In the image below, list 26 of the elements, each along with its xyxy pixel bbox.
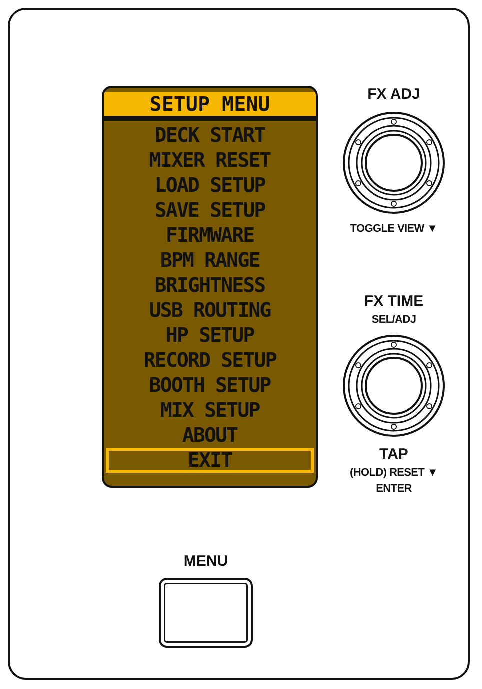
knob-drawing[interactable] <box>342 111 446 215</box>
knob-caption: (HOLD) RESET ▼ <box>350 467 438 479</box>
menu-item[interactable]: HP SETUP <box>106 323 314 348</box>
menu-item[interactable]: RECORD SETUP <box>106 348 314 373</box>
menu-item[interactable]: BRIGHTNESS <box>106 273 314 298</box>
knob-caption: ENTER <box>376 483 412 495</box>
menu-item[interactable]: BPM RANGE <box>106 248 314 273</box>
knob-drawing[interactable] <box>342 334 446 438</box>
menu-item[interactable]: FIRMWARE <box>106 223 314 248</box>
knob-label: FX ADJ <box>368 86 420 103</box>
menu-item[interactable]: ABOUT <box>106 423 314 448</box>
menu-item[interactable]: LOAD SETUP <box>106 173 314 198</box>
menu-item[interactable]: DECK START <box>106 123 314 148</box>
screen-title: SETUP MENU <box>104 92 316 121</box>
menu-item[interactable]: SAVE SETUP <box>106 198 314 223</box>
knob-label: SEL/ADJ <box>372 314 416 326</box>
knob-caption: TAP <box>380 446 408 463</box>
knob-label: FX TIME <box>364 293 424 310</box>
menu-item[interactable]: BOOTH SETUP <box>106 373 314 398</box>
menu-item[interactable]: MIXER RESET <box>106 148 314 173</box>
knob-caption: TOGGLE VIEW ▼ <box>350 223 438 235</box>
menu-button-label: MENU <box>184 553 228 570</box>
menu-item[interactable]: USB ROUTING <box>106 298 314 323</box>
menu-button[interactable] <box>159 578 253 648</box>
menu-item[interactable]: MIX SETUP <box>106 398 314 423</box>
menu-item[interactable]: EXIT <box>106 448 314 473</box>
